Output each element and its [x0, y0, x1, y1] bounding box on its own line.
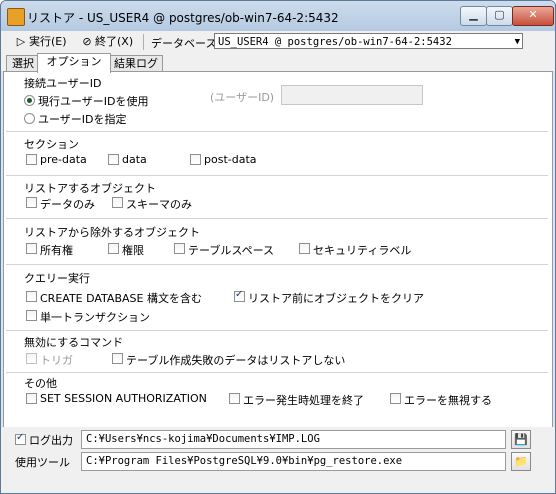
save-icon: 💾	[514, 433, 528, 446]
checkbox-schema-only[interactable]	[112, 197, 123, 208]
folder-icon: 📁	[514, 455, 528, 468]
exit-icon: ⊘	[82, 35, 92, 48]
label-trigger: トリガ	[40, 354, 73, 367]
checkbox-tablespace[interactable]	[174, 243, 185, 254]
title-bar: リストア - US_USER4 @ postgres/ob-win7-64-2:…	[1, 1, 555, 31]
checkbox-trigger[interactable]	[26, 353, 37, 364]
divider	[6, 372, 548, 373]
label-tool: 使用ツール	[15, 456, 70, 469]
run-label: 実行(E)	[29, 35, 67, 48]
label-exit-on-error: エラー発生時処理を終了	[243, 394, 364, 407]
label-clean: リストア前にオブジェクトをクリア	[248, 292, 424, 305]
label-schema-only: スキーマのみ	[126, 198, 192, 211]
group-title-query: クエリー実行	[24, 272, 90, 285]
group-title-disable: 無効にするコマンド	[24, 336, 124, 349]
label-data: data	[122, 153, 147, 166]
app-icon	[7, 8, 25, 26]
toolbar-separator	[143, 34, 144, 50]
checkbox-log-output[interactable]	[15, 432, 26, 445]
checkbox-data-only[interactable]	[26, 197, 37, 208]
close-button[interactable]: ✕	[512, 6, 554, 26]
tab-select[interactable]: 選択	[6, 55, 40, 72]
checkbox-exit-on-error[interactable]	[229, 393, 240, 404]
exit-label: 終了(X)	[95, 35, 134, 48]
maximize-button[interactable]: ▢	[486, 6, 513, 26]
checkbox-data[interactable]	[108, 154, 119, 165]
checkbox-security-label[interactable]	[299, 243, 310, 254]
database-value: US_USER4 @ postgres/ob-win7-64-2:5432	[218, 36, 452, 48]
label-data-only: データのみ	[40, 198, 95, 211]
restore-window: リストア - US_USER4 @ postgres/ob-win7-64-2:…	[0, 0, 556, 494]
divider	[6, 175, 548, 176]
label-single-transaction: 単一トランザクション	[40, 311, 150, 324]
checkbox-clean[interactable]	[234, 289, 245, 302]
label-privileges: 権限	[122, 244, 144, 257]
window-title: リストア - US_USER4 @ postgres/ob-win7-64-2:…	[27, 11, 339, 25]
checkbox-pre-data[interactable]	[26, 154, 37, 165]
run-button[interactable]: ▷ 実行(E)	[15, 33, 67, 50]
checkbox-single-transaction[interactable]	[26, 310, 37, 321]
checkbox-post-data[interactable]	[190, 154, 201, 165]
label-tablespace: テーブルスペース	[188, 244, 275, 257]
label-pre-data: pre-data	[40, 153, 87, 166]
group-title-section: セクション	[24, 138, 79, 151]
save-log-button[interactable]: 💾	[511, 430, 531, 449]
group-title-connection-user: 接続ユーザーID	[24, 77, 102, 90]
label-no-data-for-failed: テーブル作成失敗のデータはリストアしない	[126, 354, 346, 367]
divider	[6, 330, 548, 331]
tab-strip: 選択 オプション 結果ログ	[1, 53, 555, 73]
chevron-down-icon: ▼	[514, 37, 520, 47]
tab-options[interactable]: オプション	[37, 53, 111, 73]
exit-button[interactable]: ⊘ 終了(X)	[81, 33, 133, 50]
radio-specify-user[interactable]	[24, 113, 35, 124]
tab-result-log[interactable]: 結果ログ	[109, 55, 163, 72]
browse-tool-button[interactable]: 📁	[511, 452, 531, 471]
play-icon: ▷	[16, 35, 26, 48]
bottom-bar: ログ出力 C:¥Users¥ncs-kojima¥Documents¥IMP.L…	[1, 427, 555, 493]
checkbox-no-data-for-failed[interactable]	[112, 353, 123, 364]
database-select[interactable]: US_USER4 @ postgres/ob-win7-64-2:5432 ▼	[214, 33, 523, 49]
label-post-data: post-data	[204, 153, 257, 166]
toolbar: ▷ 実行(E) ⊘ 終了(X) データベース US_USER4 @ postgres…	[1, 31, 555, 54]
checkbox-privileges[interactable]	[108, 243, 119, 254]
divider	[6, 264, 548, 265]
checkbox-create-database[interactable]	[26, 291, 37, 302]
divider	[6, 131, 548, 132]
checkbox-owner[interactable]	[26, 243, 37, 254]
label-session-auth: SET SESSION AUTHORIZATION	[40, 392, 207, 405]
label-ignore-errors: エラーを無視する	[404, 394, 492, 407]
checkbox-session-auth[interactable]	[26, 393, 37, 404]
checkbox-ignore-errors[interactable]	[390, 393, 401, 404]
label-log-output: ログ出力	[29, 434, 73, 447]
label-user-id: (ユーザーID)	[210, 91, 275, 104]
group-title-other: その他	[24, 377, 57, 390]
divider	[6, 218, 548, 219]
label-specify-user: ユーザーIDを指定	[38, 113, 127, 126]
log-path-field[interactable]: C:¥Users¥ncs-kojima¥Documents¥IMP.LOG	[81, 430, 506, 449]
label-create-database: CREATE DATABASE 構文を含む	[40, 292, 202, 305]
database-label: データベース	[151, 37, 217, 50]
group-title-exclude-objects: リストアから除外するオブジェクト	[24, 226, 200, 239]
label-current-user: 現行ユーザーIDを使用	[38, 95, 149, 108]
user-id-field[interactable]	[281, 85, 423, 105]
tool-path-field[interactable]: C:¥Program Files¥PostgreSQL¥9.0¥bin¥pg_r…	[81, 452, 506, 471]
label-owner: 所有権	[40, 244, 73, 257]
radio-current-user[interactable]	[24, 95, 35, 106]
minimize-button[interactable]: ▁	[460, 6, 487, 26]
group-title-restore-objects: リストアするオブジェクト	[24, 182, 156, 195]
options-panel: 接続ユーザーID 現行ユーザーIDを使用 ユーザーIDを指定 (ユーザーID) …	[3, 71, 553, 428]
label-security-label: セキュリティラベル	[313, 244, 412, 257]
